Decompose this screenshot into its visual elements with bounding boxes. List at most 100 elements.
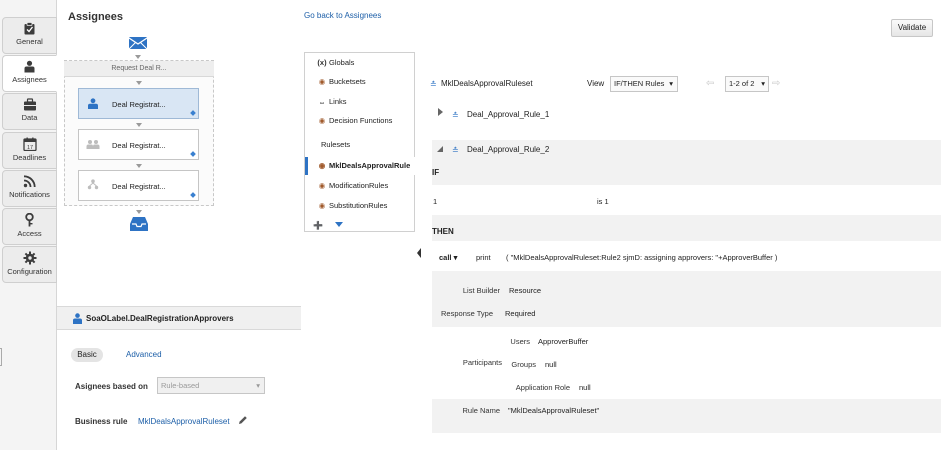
tree-item-label: ModificationRules [329, 181, 389, 190]
nav-label: Assignees [12, 75, 47, 84]
connector-dot [190, 192, 196, 198]
condition-right[interactable]: is 1 [597, 197, 609, 206]
view-label: View [587, 79, 605, 88]
nav-item-deadlines[interactable]: 17 Deadlines [2, 132, 57, 169]
business-rule-link[interactable]: MklDealsApprovalRuleset [138, 417, 230, 426]
briefcase-icon [23, 98, 36, 111]
left-nav: General Assignees Data 17 Deadlines Noti… [0, 0, 57, 450]
tree-item-substitutionrules[interactable]: ◉ SubstitutionRules [317, 201, 388, 210]
nav-item-general[interactable]: General [2, 17, 57, 54]
tree-item-label: Rulesets [321, 140, 351, 149]
tree-item-label: Links [329, 97, 347, 106]
tree-item-bucketsets[interactable]: ◉ Bucketsets [317, 77, 366, 86]
if-label: IF [432, 168, 440, 177]
tree-item-mkldealsapprovalrule[interactable]: ◉ MklDealsApprovalRule [317, 161, 411, 170]
next-page-icon[interactable]: ⇨ [772, 78, 780, 89]
splitter-arrow-icon[interactable] [417, 248, 421, 258]
rule-1-name[interactable]: Deal_Approval_Rule_1 [467, 110, 549, 119]
tree-item-label: SubstitutionRules [329, 201, 388, 210]
participant-label: Deal Registrat... [112, 100, 166, 109]
tree-item-label: Bucketsets [329, 77, 366, 86]
rule-name-value[interactable]: "MklDealsApprovalRuleset" [508, 406, 599, 415]
rule-name-label: Rule Name [462, 406, 500, 415]
tree-item-modificationrules[interactable]: ◉ ModificationRules [317, 181, 388, 190]
participant-node-3[interactable]: Deal Registrat... [78, 170, 199, 201]
tab-basic[interactable]: Basic [71, 348, 103, 362]
tree-dropdown-icon[interactable] [335, 222, 343, 227]
validate-button[interactable]: Validate [891, 19, 933, 37]
ruleset-icon: ◉ [318, 201, 326, 210]
participant-panel-title: SoaOLabel.DealRegistrationApprovers [86, 314, 234, 323]
nav-item-assignees[interactable]: Assignees [2, 55, 57, 92]
nav-item-configuration[interactable]: Configuration [2, 246, 57, 283]
hierarchy-icon [87, 179, 99, 190]
stage-label[interactable]: Request Deal R... [64, 61, 214, 77]
tree-item-label: MklDealsApprovalRule [329, 161, 411, 170]
tree-item-label: Decision Functions [329, 116, 393, 125]
list-builder-label: List Builder [462, 286, 500, 295]
ruleset-collapse-icon[interactable]: ≛ [430, 80, 437, 89]
print-expression[interactable]: ( "MklDealsApprovalRuleset:Rule2 sjmD: a… [506, 253, 777, 262]
nav-item-access[interactable]: Access [2, 208, 57, 245]
calendar-day: 17 [26, 145, 32, 151]
decision-function-icon: ◉ [318, 116, 326, 125]
condition-row [432, 185, 941, 215]
pager-select[interactable]: 1-2 of 2 ▾ [725, 76, 769, 92]
participant-node-1[interactable]: Deal Registrat... [78, 88, 199, 119]
nav-label: Data [21, 113, 38, 122]
chevron-down-icon: ▾ [669, 79, 673, 88]
users-label: Users [510, 337, 530, 346]
participant-label: Deal Registrat... [112, 182, 166, 191]
call-label: call [439, 253, 452, 262]
nav-item-data[interactable]: Data [2, 93, 57, 130]
flow-arrow [136, 123, 142, 127]
assignees-based-on-label: Asignees based on [75, 382, 148, 391]
nav-item-notifications[interactable]: Notifications [2, 170, 57, 207]
ruleset-name: MklDealsApprovalRuleset [441, 79, 533, 88]
prev-page-icon[interactable]: ⇦ [706, 78, 714, 89]
list-builder-value[interactable]: Resource [509, 286, 541, 295]
print-function[interactable]: print [476, 253, 491, 262]
tree-section-rulesets: Rulesets [321, 140, 350, 149]
assignees-based-on-select[interactable]: Rule-based ▾ [157, 377, 265, 394]
pager-value: 1-2 of 2 [729, 79, 755, 88]
condition-left[interactable]: 1 [433, 197, 437, 206]
groups-value[interactable]: null [545, 360, 557, 369]
connector-dot [190, 110, 196, 116]
collapse-rule-icon[interactable] [437, 146, 443, 152]
tree-item-globals[interactable]: (x) Globals [317, 58, 354, 67]
response-type-label: Response Type [441, 309, 493, 318]
calendar-icon: 17 [22, 137, 37, 151]
bucketset-icon: ◉ [318, 77, 326, 86]
chevron-down-icon: ▾ [761, 79, 765, 88]
application-role-value[interactable]: null [579, 383, 591, 392]
participant-node-2[interactable]: Deal Registrat... [78, 129, 199, 160]
nav-label: Access [17, 229, 42, 238]
response-type-value[interactable]: Required [505, 309, 535, 318]
chevron-down-icon: ▾ [453, 253, 458, 262]
groups-label: Groups [511, 360, 536, 369]
participant-panel-header: SoaOLabel.DealRegistrationApprovers [57, 306, 301, 330]
rule-2-name[interactable]: Deal_Approval_Rule_2 [467, 145, 549, 154]
call-menu[interactable]: call ▾ [439, 253, 457, 262]
chevron-down-icon: ▾ [256, 381, 260, 390]
rule-collapse-icon[interactable]: ≛ [452, 146, 459, 155]
collapse-handle[interactable] [0, 348, 2, 366]
tree-item-label: Globals [329, 58, 355, 67]
tree-item-decision-functions[interactable]: ◉ Decision Functions [317, 116, 393, 125]
flow-arrow [136, 164, 142, 168]
back-to-assignees-link[interactable]: Go back to Assignees [304, 11, 381, 20]
expand-rule-icon[interactable] [438, 108, 443, 116]
tab-advanced[interactable]: Advanced [126, 350, 162, 359]
assignees-title: Assignees [68, 11, 124, 23]
view-select[interactable]: IF/THEN Rules ▾ [610, 76, 678, 92]
tree-add-icon[interactable]: ➕ [313, 221, 323, 230]
nav-label: Deadlines [12, 153, 47, 162]
user-icon [88, 98, 98, 109]
rule-collapse-icon[interactable]: ≛ [452, 111, 459, 120]
pencil-icon[interactable] [238, 415, 248, 425]
ruleset-icon: ◉ [318, 181, 326, 190]
tree-item-links[interactable]: ⧢ Links [317, 97, 347, 107]
users-value[interactable]: ApproverBuffer [538, 337, 588, 346]
rules-tree: (x) Globals ◉ Bucketsets ⧢ Links ◉ Decision … [304, 52, 416, 232]
